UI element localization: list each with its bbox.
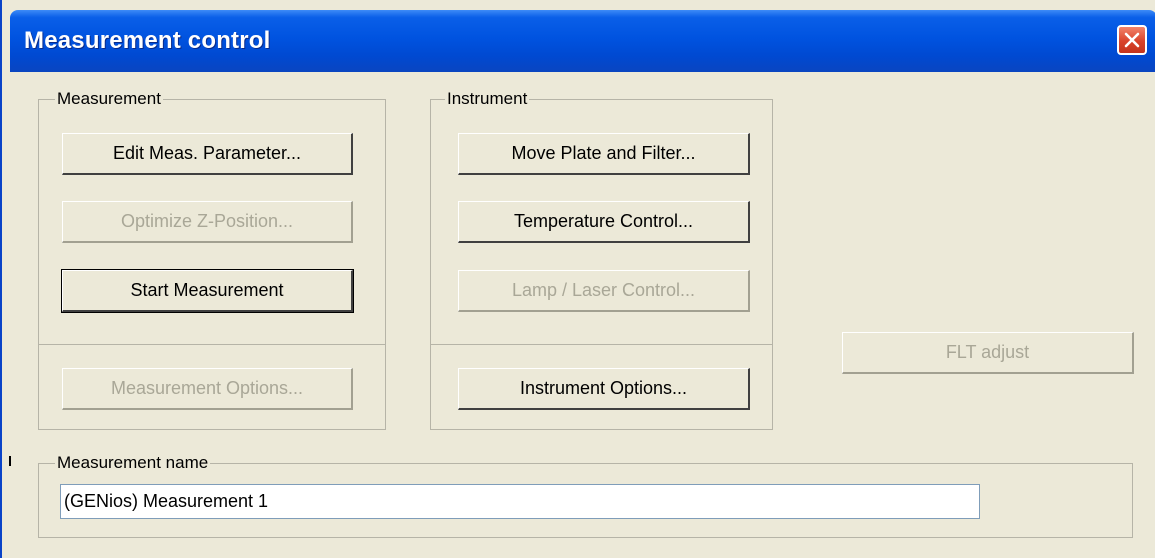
measurement-name-label: Measurement name	[55, 453, 211, 473]
close-icon	[1124, 32, 1140, 48]
edit-meas-parameter-button[interactable]: Edit Meas. Parameter...	[62, 133, 353, 175]
measurement-name-input[interactable]: (GENios) Measurement 1	[60, 484, 980, 519]
title-bar[interactable]: Measurement control	[10, 10, 1155, 72]
flt-adjust-button[interactable]: FLT adjust	[842, 332, 1134, 374]
measurement-options-button[interactable]: Measurement Options...	[62, 368, 353, 410]
edge-mark	[9, 456, 11, 466]
optimize-z-position-button[interactable]: Optimize Z-Position...	[62, 201, 353, 243]
move-plate-and-filter-button[interactable]: Move Plate and Filter...	[458, 133, 750, 175]
instrument-group-divider	[430, 344, 773, 345]
measurement-group-label: Measurement	[55, 89, 163, 109]
window-title: Measurement control	[24, 27, 271, 54]
lamp-laser-control-button[interactable]: Lamp / Laser Control...	[458, 270, 750, 312]
dialog-window: Measurement control Measurement Edit Mea…	[0, 0, 1155, 558]
measurement-group-divider	[38, 344, 386, 345]
close-button[interactable]	[1117, 25, 1147, 55]
start-measurement-button[interactable]: Start Measurement	[61, 269, 354, 313]
instrument-group-label: Instrument	[445, 89, 530, 109]
instrument-options-button[interactable]: Instrument Options...	[458, 368, 750, 410]
temperature-control-button[interactable]: Temperature Control...	[458, 201, 750, 243]
